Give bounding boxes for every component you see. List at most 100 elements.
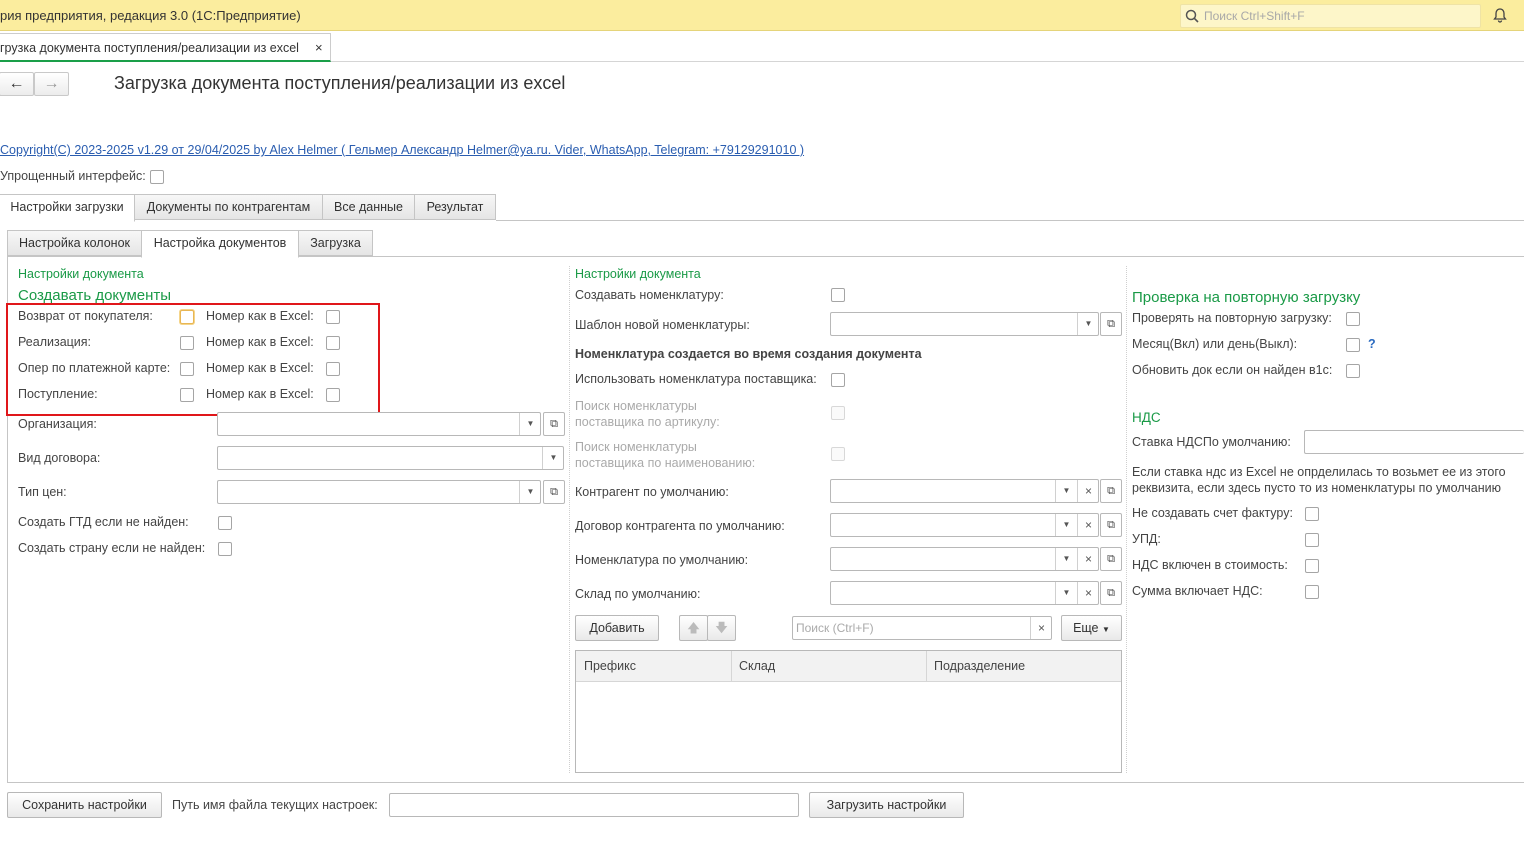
tab-column-settings[interactable]: Настройка колонок	[7, 230, 142, 256]
column-header-warehouse[interactable]: Склад	[739, 659, 775, 673]
tab-load-settings[interactable]: Настройки загрузки	[0, 194, 135, 222]
simple-ui-checkbox[interactable]	[150, 170, 164, 184]
search-name-label-1: Поиск номенклатуры	[575, 440, 697, 454]
vat-rate-field[interactable]	[1304, 430, 1524, 454]
open-icon[interactable]: ⧉	[543, 480, 565, 504]
chevron-down-icon[interactable]: ▼	[1055, 582, 1077, 604]
contract-type-field[interactable]: ▼	[217, 446, 564, 470]
chevron-down-icon[interactable]: ▼	[1055, 514, 1077, 536]
column-divider	[731, 651, 732, 682]
price-type-field[interactable]: ▼	[217, 480, 541, 504]
search-article-checkbox[interactable]	[831, 406, 845, 420]
month-day-label: Месяц(Вкл) или день(Выкл):	[1132, 337, 1298, 351]
create-country-checkbox[interactable]	[218, 542, 232, 556]
column-header-prefix[interactable]: Префикс	[584, 659, 636, 673]
prefix-table[interactable]: Префикс Склад Подразделение	[575, 650, 1122, 773]
table-search-input[interactable]: Поиск (Ctrl+F) ×	[792, 616, 1052, 640]
chevron-down-icon[interactable]: ▼	[542, 447, 564, 469]
tab-result[interactable]: Результат	[414, 194, 496, 220]
bell-icon[interactable]	[1492, 7, 1508, 23]
price-type-label: Тип цен:	[18, 485, 67, 499]
open-icon[interactable]: ⧉	[543, 412, 565, 436]
clear-icon[interactable]: ×	[1077, 480, 1099, 502]
create-country-label: Создать страну если не найден:	[18, 541, 206, 555]
open-icon[interactable]: ⧉	[1100, 312, 1122, 336]
open-icon[interactable]: ⧉	[1100, 513, 1122, 537]
upd-checkbox[interactable]	[1305, 533, 1319, 547]
arrow-up-icon[interactable]: 🡅	[679, 615, 708, 641]
check-repeat-label: Проверять на повторную загрузку:	[1132, 311, 1332, 325]
more-button[interactable]: Еще ▼	[1061, 615, 1122, 641]
clear-icon[interactable]: ×	[1030, 617, 1052, 639]
active-tab-gap	[142, 256, 298, 258]
back-button[interactable]: ←	[0, 72, 34, 96]
chevron-down-icon[interactable]: ▼	[519, 481, 541, 503]
counterparty-field[interactable]: ▼ ×	[830, 479, 1099, 503]
document-tab-label: грузка документа поступления/реализации …	[0, 41, 299, 55]
close-icon[interactable]: ×	[315, 40, 323, 55]
search-icon	[1185, 9, 1199, 23]
settings-path-field[interactable]	[389, 793, 799, 817]
warehouse-label: Склад по умолчанию:	[575, 587, 701, 601]
simple-ui-label: Упрощенный интерфейс:	[0, 169, 146, 183]
tab-document-settings[interactable]: Настройка документов	[141, 230, 299, 258]
contract-type-label: Вид договора:	[18, 451, 101, 465]
open-icon[interactable]: ⧉	[1100, 547, 1122, 571]
check-repeat-checkbox[interactable]	[1346, 312, 1360, 326]
nomenclature-field[interactable]: ▼ ×	[830, 547, 1099, 571]
template-label: Шаблон новой номенклатуры:	[575, 318, 750, 332]
organization-field[interactable]: ▼	[217, 412, 541, 436]
use-supplier-label: Использовать номенклатура поставщика:	[575, 372, 817, 386]
document-tab[interactable]: грузка документа поступления/реализации …	[0, 33, 331, 62]
save-settings-button[interactable]: Сохранить настройки	[7, 792, 162, 818]
sum-includes-vat-label: Сумма включает НДС:	[1132, 584, 1263, 598]
highlight-box	[6, 303, 380, 416]
create-gtd-checkbox[interactable]	[218, 516, 232, 530]
tab-docs-by-counterparty[interactable]: Документы по контрагентам	[134, 194, 323, 220]
use-supplier-checkbox[interactable]	[831, 373, 845, 387]
more-button-label: Еще	[1073, 621, 1099, 635]
chevron-down-icon[interactable]: ▼	[519, 413, 541, 435]
contract-field[interactable]: ▼ ×	[830, 513, 1099, 537]
month-day-checkbox[interactable]	[1346, 338, 1360, 352]
no-invoice-checkbox[interactable]	[1305, 507, 1319, 521]
forward-button[interactable]: →	[34, 72, 69, 96]
column-divider	[926, 651, 927, 682]
page-title: Загрузка документа поступления/реализаци…	[114, 73, 566, 93]
warehouse-field[interactable]: ▼ ×	[830, 581, 1099, 605]
search-article-label-2: поставщика по артикулу:	[575, 415, 720, 429]
clear-icon[interactable]: ×	[1077, 582, 1099, 604]
search-name-checkbox[interactable]	[831, 447, 845, 461]
vat-included-label: НДС включен в стоимость:	[1132, 558, 1288, 572]
tab-load[interactable]: Загрузка	[298, 230, 373, 256]
organization-label: Организация:	[18, 417, 97, 431]
create-docs-title: Создавать документы	[18, 287, 172, 304]
clear-icon[interactable]: ×	[1077, 514, 1099, 536]
load-settings-button[interactable]: Загрузить настройки	[809, 792, 964, 818]
counterparty-label: Контрагент по умолчанию:	[575, 485, 729, 499]
settings-path-label: Путь имя файла текущих настроек:	[172, 798, 378, 812]
column-header-department[interactable]: Подразделение	[934, 659, 1025, 673]
clear-icon[interactable]: ×	[1077, 548, 1099, 570]
search-article-label-1: Поиск номенклатуры	[575, 399, 697, 413]
copyright-link[interactable]: Copyright(C) 2023-2025 v1.29 от 29/04/20…	[0, 143, 804, 157]
vat-rate-label: Ставка НДСПо умолчанию:	[1132, 435, 1291, 449]
arrow-down-icon[interactable]: 🡇	[707, 615, 736, 641]
update-doc-checkbox[interactable]	[1346, 364, 1360, 378]
middle-group-title: Настройки документа	[575, 267, 701, 281]
chevron-down-icon[interactable]: ▼	[1077, 313, 1099, 335]
global-search-placeholder: Поиск Ctrl+Shift+F	[1204, 9, 1305, 23]
create-nomenclature-checkbox[interactable]	[831, 288, 845, 302]
chevron-down-icon[interactable]: ▼	[1055, 480, 1077, 502]
open-icon[interactable]: ⧉	[1100, 479, 1122, 503]
tab-all-data[interactable]: Все данные	[322, 194, 415, 220]
sum-includes-vat-checkbox[interactable]	[1305, 585, 1319, 599]
open-icon[interactable]: ⧉	[1100, 581, 1122, 605]
help-icon[interactable]: ?	[1368, 337, 1376, 351]
chevron-down-icon[interactable]: ▼	[1055, 548, 1077, 570]
template-field[interactable]: ▼	[830, 312, 1099, 336]
vat-included-checkbox[interactable]	[1305, 559, 1319, 573]
global-search-input[interactable]: Поиск Ctrl+Shift+F	[1180, 4, 1481, 28]
chevron-down-icon: ▼	[1102, 625, 1110, 634]
add-button[interactable]: Добавить	[575, 615, 659, 641]
